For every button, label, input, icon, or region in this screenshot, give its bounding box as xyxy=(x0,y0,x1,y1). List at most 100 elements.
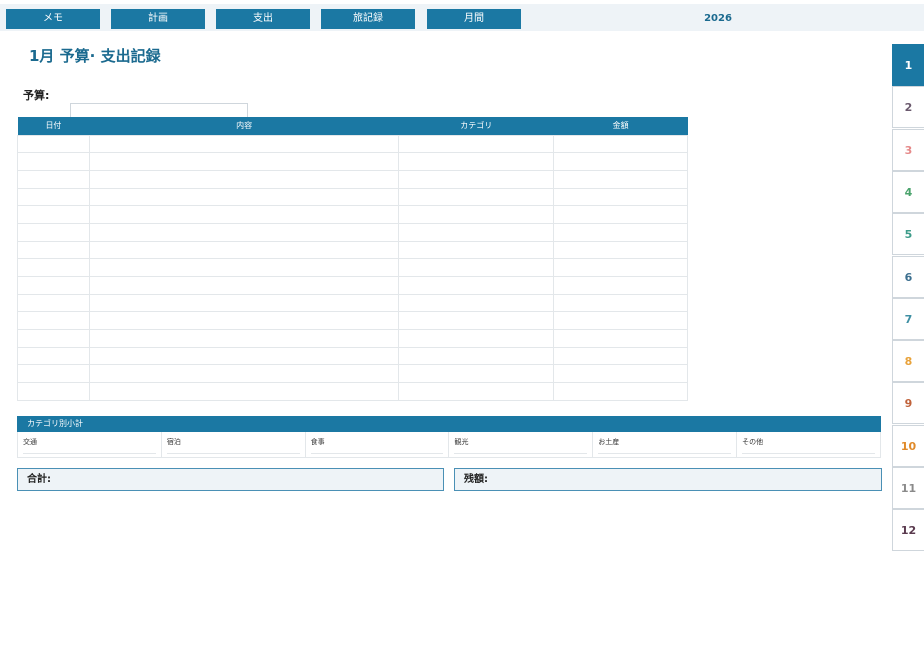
table-cell[interactable] xyxy=(398,329,555,348)
column-header-date: 日付 xyxy=(17,117,90,135)
budget-input[interactable] xyxy=(70,103,248,118)
table-cell[interactable] xyxy=(553,152,688,171)
table-cell[interactable] xyxy=(17,364,90,384)
table-cell[interactable] xyxy=(88,346,400,366)
month-tab-4[interactable]: 4 xyxy=(892,170,924,213)
table-cell[interactable] xyxy=(553,187,688,207)
subtotal-cell-transport[interactable]: 交通 xyxy=(18,432,162,457)
subtotal-row: 交通 宿泊 食事 観光 お土産 その他 xyxy=(17,432,881,458)
table-cell[interactable] xyxy=(398,134,555,154)
table-row xyxy=(17,382,688,401)
subtotal-cell-souvenirs[interactable]: お土産 xyxy=(593,432,738,457)
table-cell[interactable] xyxy=(88,311,400,331)
remaining-box[interactable]: 残額: xyxy=(454,468,882,491)
month-tab-6[interactable]: 6 xyxy=(892,255,924,298)
table-row xyxy=(17,364,688,384)
table-cell[interactable] xyxy=(553,293,688,313)
table-cell[interactable] xyxy=(553,134,688,154)
table-cell[interactable] xyxy=(553,222,688,242)
tab-memo[interactable]: メモ xyxy=(6,9,100,29)
table-row xyxy=(17,346,688,366)
tab-expenses[interactable]: 支出 xyxy=(216,9,310,29)
tab-monthly[interactable]: 月間 xyxy=(427,9,521,29)
table-cell[interactable] xyxy=(17,222,90,242)
table-cell[interactable] xyxy=(398,364,555,384)
subtotal-label: お土産 xyxy=(598,438,620,446)
table-cell[interactable] xyxy=(88,134,400,154)
table-cell[interactable] xyxy=(398,222,555,242)
table-cell[interactable] xyxy=(17,187,90,207)
table-cell[interactable] xyxy=(398,311,555,331)
table-cell[interactable] xyxy=(17,311,90,331)
table-cell[interactable] xyxy=(398,205,555,224)
table-cell[interactable] xyxy=(398,276,555,295)
month-tab-12[interactable]: 12 xyxy=(892,509,924,552)
month-tab-5[interactable]: 5 xyxy=(892,213,924,256)
month-tab-1[interactable]: 1 xyxy=(892,44,924,86)
table-cell[interactable] xyxy=(398,152,555,171)
table-cell[interactable] xyxy=(398,240,555,260)
table-cell[interactable] xyxy=(88,382,400,401)
table-cell[interactable] xyxy=(17,152,90,171)
table-cell[interactable] xyxy=(398,293,555,313)
month-tab-7[interactable]: 7 xyxy=(892,297,924,340)
total-box[interactable]: 合計: xyxy=(17,468,444,491)
table-cell[interactable] xyxy=(88,187,400,207)
table-cell[interactable] xyxy=(17,205,90,224)
table-cell[interactable] xyxy=(553,169,688,189)
table-cell[interactable] xyxy=(553,258,688,277)
table-cell[interactable] xyxy=(17,134,90,154)
month-tab-10[interactable]: 10 xyxy=(892,424,924,467)
table-cell[interactable] xyxy=(17,169,90,189)
table-cell[interactable] xyxy=(17,382,90,401)
subtotal-cell-other[interactable]: その他 xyxy=(737,432,880,457)
column-header-category: カテゴリ xyxy=(398,117,554,135)
table-cell[interactable] xyxy=(398,187,555,207)
table-cell[interactable] xyxy=(553,205,688,224)
table-row xyxy=(17,258,688,277)
table-cell[interactable] xyxy=(88,222,400,242)
subtotal-header: カテゴリ別小計 xyxy=(17,416,881,432)
table-cell[interactable] xyxy=(398,382,555,401)
subtotal-cell-meals[interactable]: 食事 xyxy=(306,432,450,457)
table-cell[interactable] xyxy=(398,346,555,366)
table-cell[interactable] xyxy=(553,382,688,401)
table-cell[interactable] xyxy=(88,152,400,171)
table-cell[interactable] xyxy=(88,205,400,224)
table-cell[interactable] xyxy=(88,276,400,295)
table-cell[interactable] xyxy=(553,240,688,260)
table-cell[interactable] xyxy=(17,346,90,366)
subtotal-cell-lodging[interactable]: 宿泊 xyxy=(162,432,306,457)
table-cell[interactable] xyxy=(398,258,555,277)
month-tab-8[interactable]: 8 xyxy=(892,340,924,383)
table-row xyxy=(17,276,688,295)
tab-plan[interactable]: 計画 xyxy=(111,9,205,29)
table-cell[interactable] xyxy=(88,240,400,260)
table-cell[interactable] xyxy=(88,329,400,348)
table-cell[interactable] xyxy=(17,329,90,348)
table-cell[interactable] xyxy=(88,293,400,313)
table-cell[interactable] xyxy=(17,240,90,260)
month-tab-3[interactable]: 3 xyxy=(892,128,924,171)
column-header-description: 内容 xyxy=(89,117,399,135)
table-cell[interactable] xyxy=(553,364,688,384)
table-cell[interactable] xyxy=(17,258,90,277)
table-cell[interactable] xyxy=(88,364,400,384)
subtotal-cell-sightseeing[interactable]: 観光 xyxy=(449,432,594,457)
table-cell[interactable] xyxy=(88,258,400,277)
table-cell[interactable] xyxy=(17,293,90,313)
table-cell[interactable] xyxy=(17,276,90,295)
month-tab-9[interactable]: 9 xyxy=(892,382,924,425)
table-cell[interactable] xyxy=(553,311,688,331)
month-tab-2[interactable]: 2 xyxy=(892,86,924,129)
table-body xyxy=(17,134,688,401)
month-tab-11[interactable]: 11 xyxy=(892,467,924,509)
table-cell[interactable] xyxy=(553,346,688,366)
table-cell[interactable] xyxy=(398,169,555,189)
table-cell[interactable] xyxy=(88,169,400,189)
top-navigation: メモ 計画 支出 旅記録 月間 2026 xyxy=(0,0,924,36)
tab-travel-log[interactable]: 旅記録 xyxy=(321,9,415,29)
table-cell[interactable] xyxy=(553,276,688,295)
year-label: 2026 xyxy=(704,13,732,24)
table-cell[interactable] xyxy=(553,329,688,348)
